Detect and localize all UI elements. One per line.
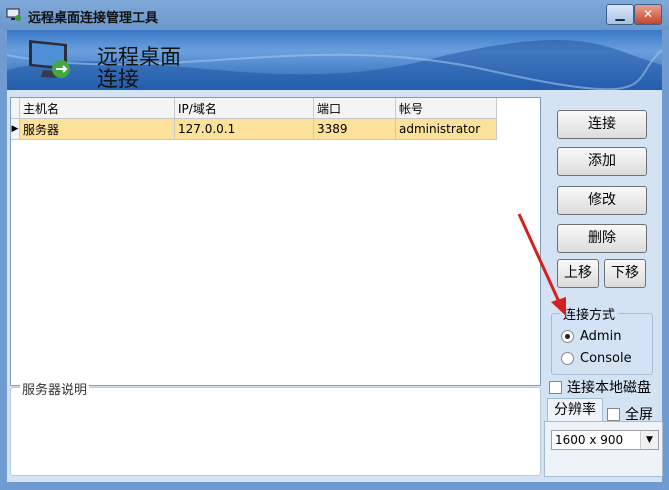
column-header-account[interactable]: 帐号 bbox=[395, 98, 497, 119]
cell-ip[interactable]: 127.0.0.1 bbox=[174, 118, 314, 140]
dropdown-arrow-icon[interactable]: ▼ bbox=[640, 431, 658, 449]
cell-account[interactable]: administrator bbox=[395, 118, 497, 140]
delete-button[interactable]: 删除 bbox=[557, 224, 647, 253]
minimize-button[interactable]: ▁ bbox=[606, 4, 634, 25]
server-description-label: 服务器说明 bbox=[20, 379, 90, 398]
radio-console[interactable]: Console bbox=[561, 351, 632, 366]
cell-hostname[interactable]: 服务器 bbox=[19, 118, 175, 140]
radio-console-indicator[interactable] bbox=[561, 352, 574, 365]
local-disk-label: 连接本地磁盘 bbox=[567, 380, 651, 396]
radio-console-label: Console bbox=[580, 351, 632, 366]
column-header-ip[interactable]: IP/域名 bbox=[174, 98, 314, 119]
remote-desktop-monitor-icon bbox=[29, 40, 70, 78]
banner-title-line2: 连接 bbox=[97, 67, 139, 90]
connect-mode-label: 连接方式 bbox=[560, 304, 619, 323]
table-header-row: 主机名 IP/域名 端口 帐号 bbox=[11, 98, 497, 119]
local-disk-checkbox-box[interactable] bbox=[549, 380, 562, 394]
app-window: 远程桌面连接管理工具 ▁ ✕ 远程桌面 连接 主机名 IP/域名 端口 帐号 ▶… bbox=[0, 0, 669, 490]
connect-button[interactable]: 连接 bbox=[557, 110, 647, 139]
radio-admin-indicator[interactable] bbox=[561, 330, 574, 343]
window-title: 远程桌面连接管理工具 bbox=[28, 11, 159, 26]
resolution-value: 1600 x 900 bbox=[555, 433, 624, 447]
table-row[interactable]: ▶ 服务器 127.0.0.1 3389 administrator bbox=[11, 118, 497, 140]
resolution-select[interactable]: 1600 x 900 ▼ bbox=[551, 430, 659, 450]
close-button[interactable]: ✕ bbox=[634, 4, 662, 25]
tab-resolution[interactable]: 分辨率 bbox=[547, 398, 603, 423]
cell-port[interactable]: 3389 bbox=[313, 118, 396, 140]
header-banner: 远程桌面 连接 bbox=[7, 30, 662, 90]
resolution-panel: 1600 x 900 ▼ bbox=[544, 421, 663, 477]
app-monitor-icon bbox=[6, 8, 21, 21]
edit-button[interactable]: 修改 bbox=[557, 186, 647, 215]
radio-admin-label: Admin bbox=[580, 329, 622, 344]
column-header-hostname[interactable]: 主机名 bbox=[19, 98, 175, 119]
row-indicator-header bbox=[11, 98, 20, 119]
add-button[interactable]: 添加 bbox=[557, 147, 647, 176]
radio-admin[interactable]: Admin bbox=[561, 329, 621, 344]
title-bar: 远程桌面连接管理工具 ▁ ✕ bbox=[0, 0, 669, 30]
fullscreen-checkbox-box[interactable] bbox=[607, 407, 620, 421]
row-selected-indicator: ▶ bbox=[11, 118, 20, 140]
server-description-box[interactable]: 服务器说明 bbox=[10, 379, 541, 476]
column-header-port[interactable]: 端口 bbox=[313, 98, 396, 119]
connect-mode-group: 连接方式 Admin Console bbox=[551, 304, 653, 375]
server-table[interactable]: 主机名 IP/域名 端口 帐号 ▶ 服务器 127.0.0.1 3389 adm… bbox=[10, 97, 541, 386]
move-up-button[interactable]: 上移 bbox=[557, 259, 599, 288]
main-panel: 主机名 IP/域名 端口 帐号 ▶ 服务器 127.0.0.1 3389 adm… bbox=[7, 90, 663, 482]
local-disk-checkbox[interactable]: 连接本地磁盘 bbox=[549, 377, 651, 397]
move-down-button[interactable]: 下移 bbox=[604, 259, 646, 288]
